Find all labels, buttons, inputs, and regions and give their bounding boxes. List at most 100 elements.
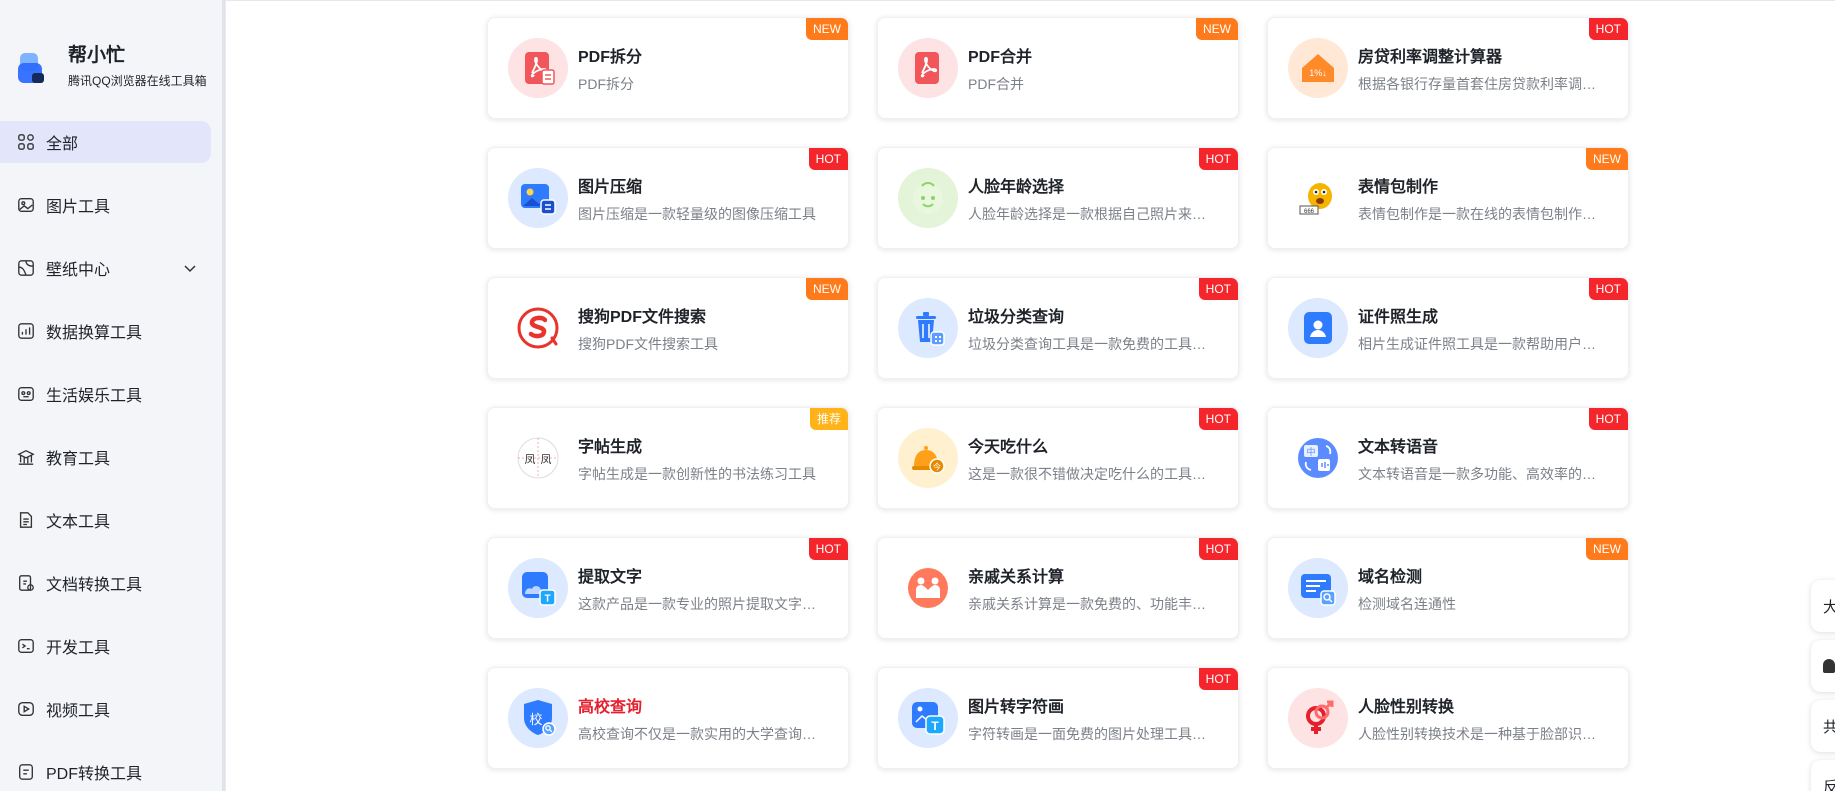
tool-title: 高校查询 <box>578 699 643 716</box>
tool-description: 表情包制作是一款在线的表情包制作工具 <box>1358 206 1598 222</box>
tool-description: 这是一款很不错做决定吃什么的工具软件 <box>968 466 1208 482</box>
wallpaper-icon <box>16 258 36 278</box>
food-bell-icon: 今 <box>898 428 958 488</box>
tool-badge: HOT <box>1198 408 1238 430</box>
sidebar-item-5[interactable]: 教育工具 <box>0 436 211 478</box>
tool-title: 搜狗PDF文件搜索 <box>578 309 707 326</box>
tool-card[interactable]: 人脸性别转换 人脸性别转换技术是一种基于脸部识别技术 <box>1267 667 1629 769</box>
sidebar-item-3[interactable]: 数据换算工具 <box>0 310 211 352</box>
tool-badge: HOT <box>1198 668 1238 690</box>
domain-check-icon <box>1288 558 1348 618</box>
tool-description: PDF拆分 <box>578 76 634 92</box>
tool-card[interactable]: PDF拆分 PDF拆分 NEW <box>487 17 849 119</box>
image-icon <box>16 195 36 215</box>
text-to-speech-icon: 中 <box>1288 428 1348 488</box>
sidebar-item-2[interactable]: 壁纸中心 <box>0 247 211 289</box>
bell-button[interactable] <box>1811 640 1835 692</box>
tool-card[interactable]: 亲戚关系计算亲戚关系计算是一款免费的、功能丰富的工具 HOT <box>877 537 1239 639</box>
tool-description: 人脸性别转换技术是一种基于脸部识别技术 <box>1358 726 1598 742</box>
svg-text:666: 666 <box>1304 209 1315 215</box>
tool-title: 提取文字 <box>578 569 643 586</box>
svg-text:今: 今 <box>933 462 941 472</box>
tool-title: 图片转字符画 <box>968 699 1065 716</box>
sidebar-item-7[interactable]: 文档转换工具 <box>0 562 211 604</box>
sidebar-item-4[interactable]: 生活娱乐工具 <box>0 373 211 415</box>
baby-face-icon <box>898 168 958 228</box>
tool-card[interactable]: 1%↓ 房贷利率调整计算器 根据各银行存量首套住房贷款利率调整计算 HOT <box>1267 17 1629 119</box>
entertainment-icon <box>16 384 36 404</box>
svg-text:中: 中 <box>1306 446 1315 458</box>
svg-text:凤: 凤 <box>525 453 536 466</box>
sidebar-item-label: PDF转换工具 <box>46 766 143 783</box>
sidebar-item-10[interactable]: PDF转换工具 <box>0 751 211 791</box>
tool-badge: NEW <box>806 278 848 300</box>
tool-card[interactable]: 666 表情包制作 表情包制作是一款在线的表情包制作工具 NEW <box>1267 147 1629 249</box>
tool-badge: HOT <box>1588 18 1628 40</box>
tool-card[interactable]: 中 文本转语音 文本转语音是一款多功能、高效率的工具 HOT <box>1267 407 1629 509</box>
sidebar-item-9[interactable]: 视频工具 <box>0 688 211 730</box>
tool-badge: HOT <box>1198 148 1238 170</box>
svg-text:T: T <box>544 594 550 605</box>
tool-title: 垃圾分类查询 <box>968 309 1065 326</box>
feedback-button[interactable]: 反 <box>1811 760 1835 791</box>
sidebar-item-label: 生活娱乐工具 <box>46 388 143 405</box>
tool-description: 字帖生成是一款创新性的书法练习工具 <box>578 466 816 482</box>
trash-icon <box>898 298 958 358</box>
tool-title: 人脸年龄选择 <box>968 179 1065 196</box>
tool-card[interactable]: 垃圾分类查询垃圾分类查询工具是一款免费的工具软件 HOT <box>877 277 1239 379</box>
tool-card[interactable]: 搜狗PDF文件搜索 搜狗PDF文件搜索工具 NEW <box>487 277 849 379</box>
tool-badge: NEW <box>1586 148 1628 170</box>
text-icon <box>16 510 36 530</box>
svg-text:校: 校 <box>529 712 542 728</box>
tool-card[interactable]: T 图片转字符画字符转画是一面免费的图片处理工具软件 HOT <box>877 667 1239 769</box>
sidebar-item-0[interactable]: 全部 <box>0 121 211 163</box>
svg-text:T: T <box>931 719 939 733</box>
feedback-icon: 反 <box>1823 778 1835 791</box>
tool-card[interactable]: 今 今天吃什么 这是一款很不错做决定吃什么的工具软件 HOT <box>877 407 1239 509</box>
sidebar-item-6[interactable]: 文本工具 <box>0 499 211 541</box>
tool-card[interactable]: 证件照生成相片生成证件照工具是一款帮助用户生成证件照 HOT <box>1267 277 1629 379</box>
share-button[interactable]: 共 <box>1811 700 1835 752</box>
terminal-icon <box>16 636 36 656</box>
tool-title: 亲戚关系计算 <box>968 569 1065 586</box>
sidebar-item-label: 文本工具 <box>46 514 111 531</box>
sidebar-item-label: 开发工具 <box>46 640 111 657</box>
tool-description: 垃圾分类查询工具是一款免费的工具软件 <box>968 336 1208 352</box>
tool-description: 根据各银行存量首套住房贷款利率调整计算 <box>1358 76 1598 92</box>
tool-badge: NEW <box>1196 18 1238 40</box>
copybook-icon: 凤凤 <box>508 428 568 488</box>
app-logo[interactable]: 帮小忙 腾讯QQ浏览器在线工具箱 <box>16 44 207 89</box>
font-size-icon: 大 <box>1823 598 1835 616</box>
tool-description: PDF合并 <box>968 76 1024 92</box>
sidebar-item-8[interactable]: 开发工具 <box>0 625 211 667</box>
tool-badge: HOT <box>1588 278 1628 300</box>
document-convert-icon <box>16 573 36 593</box>
tool-description: 亲戚关系计算是一款免费的、功能丰富的工具 <box>968 596 1208 612</box>
chevron-down-icon[interactable] <box>181 259 199 277</box>
tool-title: 域名检测 <box>1358 569 1423 586</box>
tool-badge: HOT <box>1198 538 1238 560</box>
tool-card[interactable]: 凤凤字帖生成 字帖生成是一款创新性的书法练习工具 推荐 <box>487 407 849 509</box>
tool-description: 字符转画是一面免费的图片处理工具软件 <box>968 726 1208 742</box>
tool-card[interactable]: 人脸年龄选择人脸年龄选择是一款根据自己照片来预测年龄 HOT <box>877 147 1239 249</box>
tool-badge: HOT <box>1198 278 1238 300</box>
tool-card[interactable]: 校 高校查询 高校查询不仅是一款实用的大学查询工具 <box>487 667 849 769</box>
font-size-button[interactable]: 大 <box>1811 580 1835 632</box>
tool-card[interactable]: PDF合并 PDF合并 NEW <box>877 17 1239 119</box>
chart-icon <box>16 321 36 341</box>
tool-description: 这款产品是一款专业的照片提取文字工具 <box>578 596 818 612</box>
sidebar-item-label: 文档转换工具 <box>46 577 143 594</box>
tool-title: 文本转语音 <box>1358 439 1439 456</box>
tool-title: 图片压缩 <box>578 179 643 196</box>
sidebar-item-label: 视频工具 <box>46 703 111 720</box>
sidebar: 帮小忙 腾讯QQ浏览器在线工具箱 全部图片工具壁纸中心数据换算工具生活娱乐工具教… <box>0 0 226 791</box>
app-subtitle: 腾讯QQ浏览器在线工具箱 <box>68 74 207 88</box>
tool-card[interactable]: T 提取文字 这款产品是一款专业的照片提取文字工具 HOT <box>487 537 849 639</box>
tool-title: PDF合并 <box>968 49 1033 66</box>
grid-icon <box>16 132 36 152</box>
sidebar-item-1[interactable]: 图片工具 <box>0 184 211 226</box>
tool-card[interactable]: 图片压缩 图片压缩是一款轻量级的图像压缩工具 HOT <box>487 147 849 249</box>
relatives-icon <box>898 558 958 618</box>
svg-text:凤: 凤 <box>541 453 552 466</box>
tool-card[interactable]: 域名检测 检测域名连通性 NEW <box>1267 537 1629 639</box>
